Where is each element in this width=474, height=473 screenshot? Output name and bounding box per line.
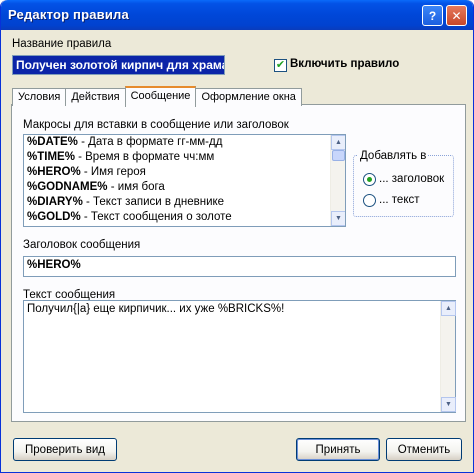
macro-desc: - Текст сообщения о золоте — [80, 211, 232, 223]
cancel-button[interactable]: Отменить — [386, 438, 462, 461]
append-text-label[interactable]: ... текст — [379, 194, 420, 206]
accept-button[interactable]: Принять — [296, 438, 380, 461]
rule-name-label: Название правила — [12, 38, 112, 50]
macros-scrollbar[interactable]: ▲ ▼ — [330, 135, 345, 226]
macros-label: Макросы для вставки в сообщение или заго… — [23, 119, 289, 131]
append-header-label[interactable]: ... заголовок — [379, 173, 444, 185]
list-item[interactable]: %GOLD% - Текст сообщения о золоте — [24, 210, 345, 225]
text-input-value: Получил{|а} еще кирпичик... их уже %BRIC… — [27, 303, 285, 315]
list-item[interactable]: %GODNAME% - имя бога — [24, 180, 345, 195]
tab-window-style[interactable]: Оформление окна — [195, 88, 302, 106]
scroll-up-arrow-icon[interactable]: ▲ — [331, 135, 345, 150]
macro-desc: - Имя героя — [80, 166, 146, 178]
rule-editor-window: Редактор правила ? ✕ Название правила По… — [0, 0, 474, 473]
append-text-radio[interactable] — [363, 194, 376, 207]
macro-code: %GOLD% — [27, 211, 81, 223]
scroll-thumb[interactable] — [332, 150, 345, 161]
macro-code: %TIME% — [27, 151, 75, 163]
scroll-up-arrow-icon[interactable]: ▲ — [441, 301, 456, 316]
enable-rule-checkbox[interactable]: ✔ — [274, 59, 287, 72]
title-bar[interactable]: Редактор правила ? ✕ — [1, 0, 473, 30]
help-button[interactable]: ? — [422, 5, 443, 26]
macro-code: %DATE% — [27, 136, 78, 148]
scroll-down-arrow-icon[interactable]: ▼ — [331, 211, 345, 226]
list-item[interactable]: %HERO% - Имя героя — [24, 165, 345, 180]
list-item[interactable]: %DATE% - Дата в формате гг-мм-дд — [24, 135, 345, 150]
macro-desc: - Текст записи в дневнике — [82, 196, 225, 208]
macro-code: %GODNAME% — [27, 181, 108, 193]
enable-rule-label[interactable]: Включить правило — [290, 58, 399, 70]
tab-strip: Условия Действия Сообщение Оформление ок… — [12, 86, 302, 107]
rule-name-input[interactable]: Получен золотой кирпич для храма — [12, 55, 225, 75]
close-button[interactable]: ✕ — [446, 5, 467, 26]
list-item[interactable]: %TIME% - Время в формате чч:мм — [24, 150, 345, 165]
append-to-group — [353, 155, 454, 217]
list-item[interactable]: %DIARY% - Текст записи в дневнике — [24, 195, 345, 210]
macro-desc: - имя бога — [107, 181, 165, 193]
preview-button[interactable]: Проверить вид — [13, 438, 117, 461]
window-title: Редактор правила — [8, 7, 129, 22]
macros-list[interactable]: %DATE% - Дата в формате гг-мм-дд %TIME% … — [23, 134, 346, 227]
close-icon: ✕ — [451, 8, 462, 23]
macro-desc: - Время в формате чч:мм — [74, 151, 215, 163]
help-icon: ? — [428, 8, 437, 23]
tab-actions[interactable]: Действия — [65, 88, 126, 106]
scroll-down-arrow-icon[interactable]: ▼ — [441, 397, 456, 412]
tab-conditions[interactable]: Условия — [12, 88, 67, 106]
tab-message[interactable]: Сообщение — [124, 86, 197, 107]
append-header-radio[interactable] — [363, 173, 376, 186]
header-input[interactable]: %HERO% — [23, 256, 456, 277]
text-input[interactable]: Получил{|а} еще кирпичик... их уже %BRIC… — [23, 300, 456, 413]
macro-desc: - Дата в формате гг-мм-дд — [77, 136, 223, 148]
macro-code: %DIARY% — [27, 196, 83, 208]
text-scrollbar[interactable]: ▲ ▼ — [440, 301, 456, 412]
header-label: Заголовок сообщения — [23, 239, 141, 251]
check-icon: ✔ — [275, 59, 286, 71]
macro-code: %HERO% — [27, 166, 81, 178]
append-to-label: Добавлять в — [358, 150, 429, 162]
